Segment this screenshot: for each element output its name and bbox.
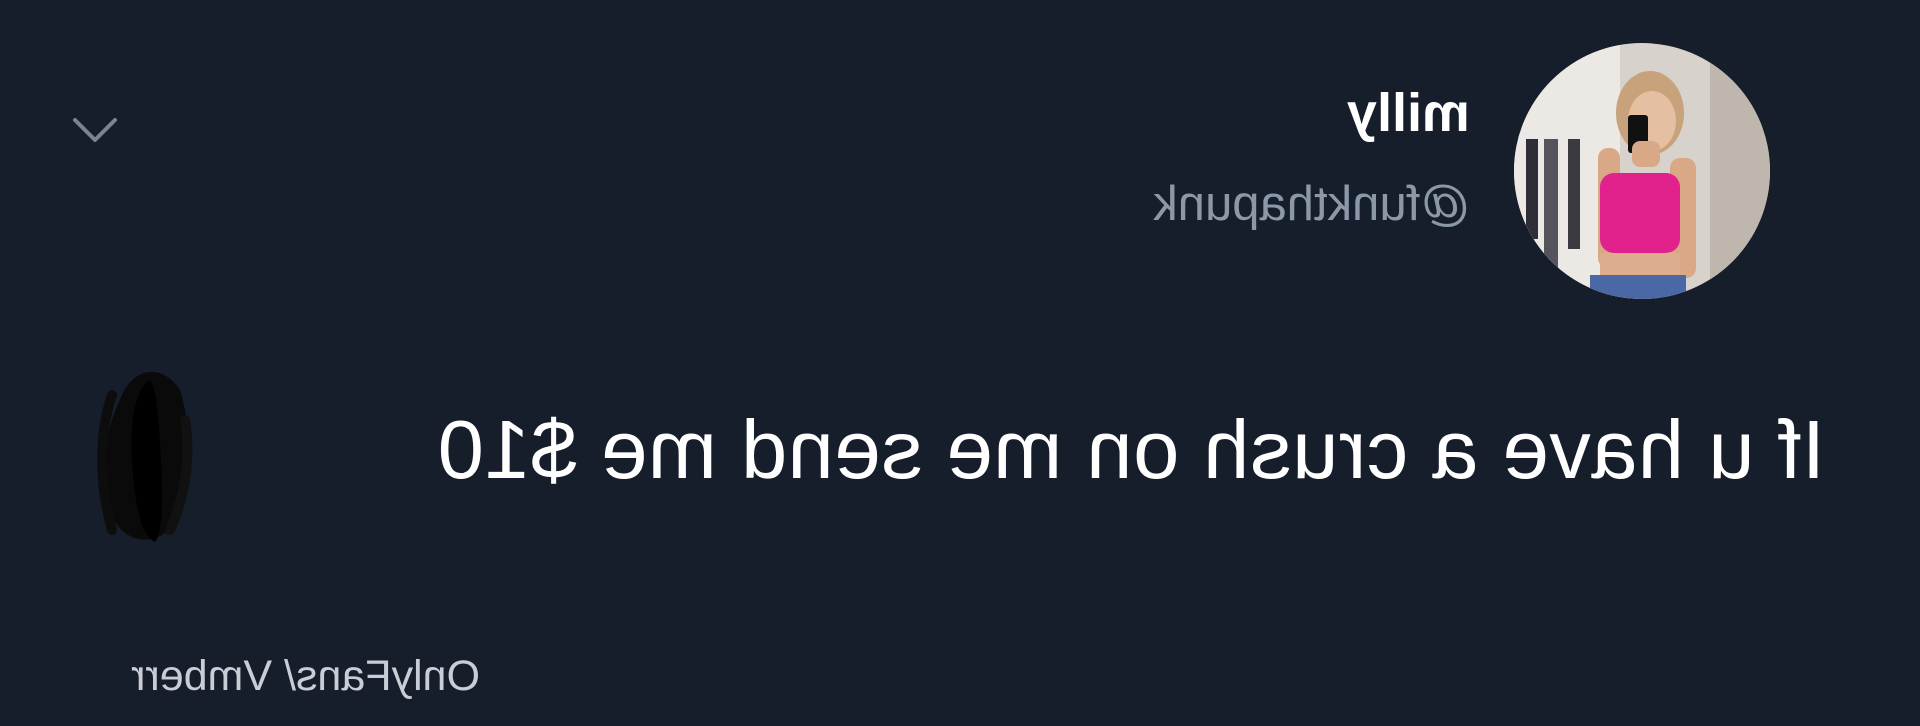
redaction-scribble — [90, 360, 200, 550]
watermark-text: OnlyFans/ Vmberr — [131, 652, 480, 700]
screenshot-frame: milly @funkthapunk If u have a crush on … — [0, 0, 1920, 726]
user-handle[interactable]: @funkthapunk — [1153, 177, 1470, 231]
chevron-down-icon[interactable] — [70, 110, 120, 150]
mirrored-tweet-card: milly @funkthapunk If u have a crush on … — [0, 0, 1920, 726]
avatar[interactable] — [1514, 43, 1770, 299]
tweet-text: If u have a crush on me send me $10 — [437, 403, 1825, 496]
display-name[interactable]: milly — [1347, 83, 1470, 143]
avatar-photo — [1514, 43, 1770, 299]
